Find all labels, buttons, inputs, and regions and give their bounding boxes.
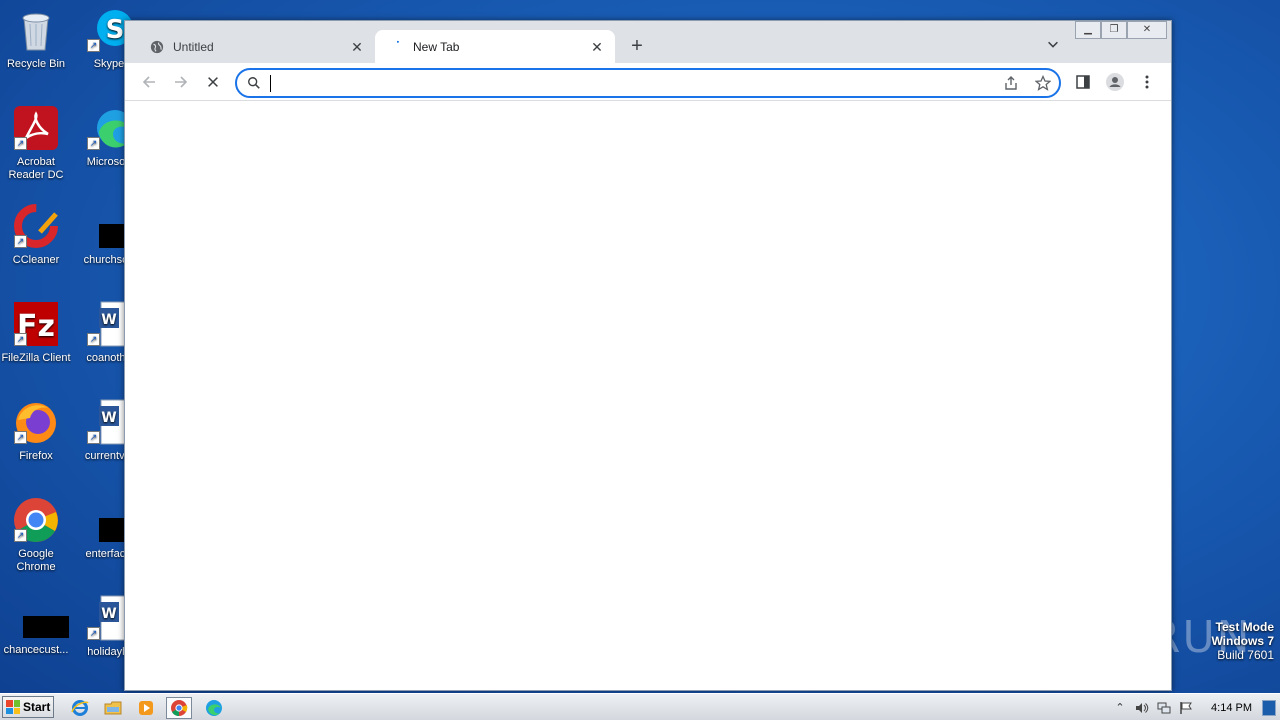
stop-loading-button[interactable] [201, 70, 225, 94]
chevron-down-icon [1048, 41, 1058, 48]
network-icon[interactable] [1155, 700, 1173, 716]
shortcut-arrow-icon: ↗ [14, 529, 27, 542]
taskbar-chrome[interactable] [166, 697, 192, 719]
address-input[interactable] [269, 74, 969, 92]
chrome-icon: ↗ [12, 496, 60, 544]
watermark-line: Windows 7 [1211, 634, 1274, 648]
shortcut-arrow-icon: ↗ [87, 431, 100, 444]
shortcut-arrow-icon: ↗ [14, 333, 27, 346]
taskbar-internet-explorer[interactable] [67, 697, 93, 719]
svg-text:S: S [106, 15, 125, 45]
clock[interactable]: 4:14 PM [1211, 702, 1252, 714]
desktop-icon-firefox[interactable]: ↗ Firefox [1, 398, 71, 463]
svg-text:W: W [101, 606, 116, 622]
windows-test-mode-watermark: Test Mode Windows 7 Build 7601 [1211, 620, 1274, 662]
side-panel-button[interactable] [1071, 70, 1095, 94]
address-bar[interactable] [235, 68, 1061, 98]
action-center-flag-icon[interactable] [1177, 700, 1195, 716]
tab-untitled[interactable]: Untitled ✕ [135, 30, 375, 63]
desktop-icon-label: FileZilla Client [1, 352, 71, 364]
back-button[interactable] [137, 70, 161, 94]
forward-button[interactable] [169, 70, 193, 94]
shortcut-arrow-icon: ↗ [87, 39, 100, 52]
start-label: Start [23, 700, 51, 714]
taskbar-edge[interactable] [201, 697, 227, 719]
text-caret [270, 75, 271, 92]
desktop-icon-label: Firefox [19, 450, 53, 462]
shortcut-arrow-icon: ↗ [87, 627, 100, 640]
desktop-icon-label: chancecust... [3, 644, 69, 656]
close-tab-icon[interactable]: ✕ [349, 39, 365, 55]
arrow-right-icon [175, 76, 188, 88]
taskbar-media-player[interactable] [133, 697, 159, 719]
svg-text:W: W [101, 312, 116, 328]
firefox-icon: ↗ [12, 398, 60, 446]
desktop-icon-filezilla[interactable]: Fz ↗ FileZilla Client [1, 300, 71, 365]
acrobat-icon: ↗ [12, 104, 60, 152]
black-file-icon [12, 604, 69, 640]
ccleaner-icon: ↗ [12, 202, 60, 250]
menu-button[interactable] [1135, 70, 1159, 94]
windows-logo-icon [6, 700, 20, 714]
desktop-icon-chancecust[interactable]: chancecust... [1, 604, 71, 657]
tab-new-tab[interactable]: New Tab ✕ [375, 30, 615, 63]
profile-button[interactable] [1103, 70, 1127, 94]
new-tab-button[interactable]: + [625, 35, 649, 59]
watermark-line: Test Mode [1215, 620, 1274, 634]
kebab-menu-icon [1145, 75, 1149, 89]
svg-text:W: W [101, 410, 116, 426]
avatar-icon [1106, 73, 1124, 91]
desktop-icon-acrobat[interactable]: ↗ Acrobat Reader DC [1, 104, 71, 182]
minimize-button[interactable]: ▁ [1075, 21, 1101, 39]
desktop-icon-google-chrome[interactable]: ↗ Google Chrome [1, 496, 71, 574]
taskbar-windows-explorer[interactable] [100, 697, 126, 719]
share-icon[interactable] [1003, 75, 1019, 94]
restore-button[interactable]: ❐ [1101, 21, 1127, 39]
close-window-button[interactable]: ✕ [1127, 21, 1167, 39]
desktop-icon-label: Recycle Bin [6, 58, 66, 70]
tab-title: Untitled [173, 39, 214, 54]
show-desktop-button[interactable] [1262, 699, 1276, 716]
desktop-icon-recycle-bin[interactable]: Recycle Bin [1, 6, 71, 71]
globe-icon [149, 39, 165, 55]
watermark-line: Build 7601 [1217, 648, 1274, 662]
desktop-icon-ccleaner[interactable]: ↗ CCleaner [1, 202, 71, 267]
bookmark-star-icon[interactable] [1034, 74, 1052, 94]
shortcut-arrow-icon: ↗ [87, 333, 100, 346]
start-button[interactable]: Start [2, 696, 54, 718]
shortcut-arrow-icon: ↗ [14, 235, 27, 248]
volume-icon[interactable] [1133, 700, 1151, 716]
recycle-bin-icon [12, 6, 60, 54]
search-icon [247, 76, 261, 93]
show-hidden-icons-icon[interactable]: ⌃ [1111, 700, 1129, 716]
window-controls: ▁ ❐ ✕ [1075, 21, 1167, 39]
filezilla-icon: Fz ↗ [12, 300, 60, 348]
side-panel-icon [1076, 75, 1090, 89]
system-tray: ⌃ 4:14 PM [1109, 694, 1280, 720]
arrow-left-icon [142, 76, 155, 88]
loading-icon [389, 39, 405, 55]
toolbar [125, 63, 1171, 101]
close-tab-icon[interactable]: ✕ [589, 39, 605, 55]
internet-explorer-icon [71, 700, 89, 716]
taskbar: Start ⌃ 4:14 PM [0, 693, 1280, 720]
tab-search-button[interactable] [1043, 37, 1063, 57]
media-player-icon [139, 701, 153, 715]
folder-icon [104, 701, 122, 715]
desktop-icon-label: Acrobat Reader DC [8, 156, 64, 181]
page-content [125, 102, 1171, 690]
desktop-icon-label: CCleaner [12, 254, 60, 266]
shortcut-arrow-icon: ↗ [87, 137, 100, 150]
chrome-window: Untitled ✕ New Tab ✕ + ▁ ❐ ✕ [124, 20, 1172, 691]
tab-strip: Untitled ✕ New Tab ✕ + ▁ ❐ ✕ [125, 21, 1171, 63]
shortcut-arrow-icon: ↗ [14, 137, 27, 150]
chrome-icon [171, 700, 188, 717]
tab-title: New Tab [413, 39, 460, 54]
close-icon [208, 77, 218, 87]
desktop-icon-label: Google Chrome [16, 548, 56, 573]
shortcut-arrow-icon: ↗ [14, 431, 27, 444]
edge-icon [206, 700, 222, 716]
